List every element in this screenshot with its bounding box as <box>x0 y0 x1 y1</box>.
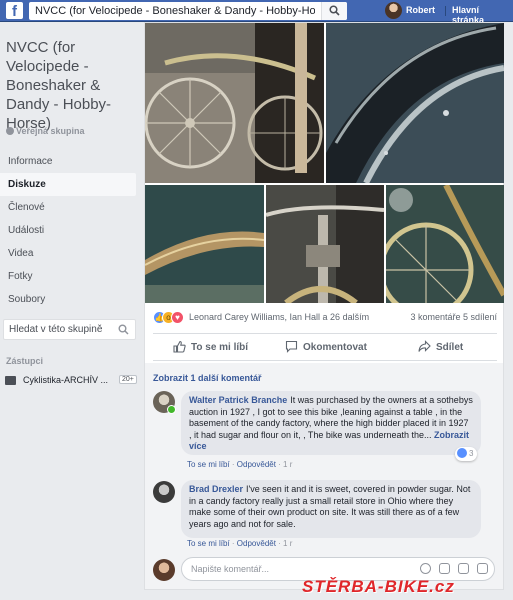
nav-item-udalosti[interactable]: Události <box>0 219 136 242</box>
sticker-icon[interactable] <box>477 563 488 574</box>
reactions-summary[interactable]: 👍 o ♥ Leonard Carey Williams, Ian Hall a… <box>153 311 497 327</box>
nav-item-clenove[interactable]: Členové <box>0 196 136 219</box>
profile-link[interactable]: Robert <box>406 5 435 15</box>
nav-item-informace[interactable]: Informace <box>0 150 136 173</box>
share-button[interactable]: Sdílet <box>418 340 463 353</box>
search-icon <box>118 324 129 335</box>
nav-item-fotky[interactable]: Fotky <box>0 265 136 288</box>
comment-input-placeholder: Napište komentář... <box>191 564 270 574</box>
comment-like-count[interactable]: 3 <box>455 447 478 461</box>
comment-like-link[interactable]: To se mi líbí <box>187 460 230 469</box>
commenter-avatar[interactable] <box>153 481 175 503</box>
post-photo-handlebar[interactable] <box>266 185 384 303</box>
group-title[interactable]: NVCC (for Velocipede - Boneshaker & Dand… <box>6 38 140 133</box>
comment-like-link[interactable]: To se mi líbí <box>187 539 230 548</box>
view-more-comments-link[interactable]: Zobrazit 1 další komentář <box>153 373 262 383</box>
group-search-placeholder: Hledat v této skupině <box>9 324 103 335</box>
comment-bubble: Brad Drexler I've seen it and it is sweet… <box>181 480 481 538</box>
group-privacy: Veřejná skupina <box>6 126 85 136</box>
group-icon <box>5 376 16 385</box>
comment-meta: To se mi líbí · Odpovědět · 1 r <box>187 539 293 548</box>
watermark-logo: STĚRBA-BIKE.cz <box>302 577 455 597</box>
like-reaction-icon <box>457 448 467 458</box>
comment-like-number: 3 <box>469 449 474 458</box>
thumbs-up-icon <box>173 340 186 353</box>
nav-item-soubory[interactable]: Soubory <box>0 288 136 311</box>
nav-item-diskuze[interactable]: Diskuze <box>0 173 136 196</box>
gif-icon[interactable] <box>458 563 469 574</box>
like-button[interactable]: To se mi líbí <box>173 340 248 353</box>
emoji-icon[interactable] <box>420 563 431 574</box>
globe-icon <box>6 127 14 135</box>
comment-tools <box>412 563 488 577</box>
watermark-prefix: STĚRBA <box>302 577 378 596</box>
post-action-bar: To se mi líbí Okomentovat Sdílet <box>153 333 497 361</box>
post-photo-bicycle[interactable] <box>145 23 324 183</box>
comments-section: Zobrazit 1 další komentář Walter Patrick… <box>145 363 503 589</box>
comment-bubble: Walter Patrick Branche It was purchased b… <box>181 391 481 455</box>
top-bar: f NVCC (for Velocipede - Boneshaker & Da… <box>0 0 513 25</box>
current-user-avatar[interactable] <box>153 559 175 581</box>
divider <box>445 6 446 16</box>
camera-icon[interactable] <box>439 563 450 574</box>
post-card: 👍 o ♥ Leonard Carey Williams, Ian Hall a… <box>144 22 504 590</box>
watermark-suffix: -BIKE.cz <box>377 577 455 596</box>
search-button[interactable] <box>321 2 347 20</box>
group-search-input[interactable]: Hledat v této skupině <box>3 319 136 340</box>
nav-item-videa[interactable]: Videa <box>0 242 136 265</box>
group-nav: Informace Diskuze Členové Události Videa… <box>0 150 136 311</box>
comment-button[interactable]: Okomentovat <box>285 340 367 353</box>
comment-share-counts[interactable]: 3 komentáře 5 sdílení <box>410 312 497 322</box>
comment-author[interactable]: Walter Patrick Branche <box>189 395 287 405</box>
comment-reply-link[interactable]: Odpovědět <box>237 460 276 469</box>
share-arrow-icon <box>418 340 431 352</box>
facebook-logo-icon[interactable]: f <box>6 2 23 19</box>
comment-reply-link[interactable]: Odpovědět <box>237 539 276 548</box>
shortcut-count-badge: 20+ <box>119 375 137 384</box>
like-label: To se mi líbí <box>191 342 249 353</box>
comment-author[interactable]: Brad Drexler <box>189 484 243 494</box>
user-avatar[interactable] <box>385 2 402 19</box>
shortcuts-heading: Zástupci <box>6 356 44 366</box>
comment-meta: To se mi líbí · Odpovědět · 1 r <box>187 460 293 469</box>
speech-bubble-icon <box>285 340 298 353</box>
love-reaction-icon: ♥ <box>171 311 184 324</box>
commenter-avatar[interactable] <box>153 391 176 414</box>
share-label: Sdílet <box>436 342 464 353</box>
post-photo-tire-closeup[interactable] <box>326 23 504 183</box>
comment-timestamp[interactable]: 1 r <box>283 460 292 469</box>
group-privacy-label: Veřejná skupina <box>16 126 85 136</box>
post-photo-wheel-detail[interactable] <box>386 185 504 303</box>
shortcut-item[interactable]: Cyklistika-ARCHÍV ... 20+ <box>5 374 137 388</box>
comment-timestamp[interactable]: 1 r <box>283 539 292 548</box>
search-field[interactable]: NVCC (for Velocipede - Boneshaker & Dand… <box>29 2 347 20</box>
shortcut-label: Cyklistika-ARCHÍV ... <box>23 375 109 385</box>
comment-label: Okomentovat <box>303 342 367 353</box>
search-input[interactable]: NVCC (for Velocipede - Boneshaker & Dand… <box>35 5 315 17</box>
post-photo-ornate-frame[interactable] <box>145 185 264 303</box>
group-sidebar: NVCC (for Velocipede - Boneshaker & Dand… <box>0 22 144 600</box>
reaction-names[interactable]: Leonard Carey Williams, Ian Hall a 26 da… <box>189 312 369 322</box>
search-icon <box>329 5 340 16</box>
